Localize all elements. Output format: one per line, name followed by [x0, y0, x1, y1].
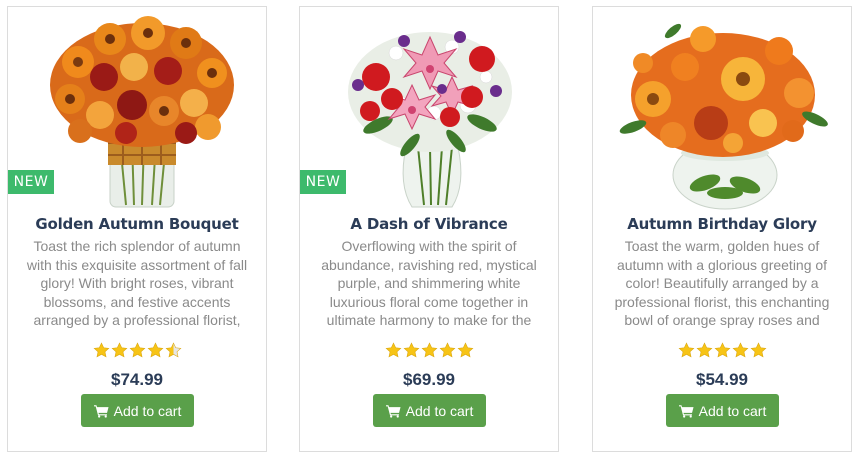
shopping-cart-icon	[93, 404, 109, 418]
product-card[interactable]: NEW A Dash of Vibrance Overflowing with …	[299, 6, 559, 452]
shopping-cart-icon	[385, 404, 401, 418]
half-star-icon	[165, 342, 181, 358]
product-description: Toast the warm, golden hues of autumn wi…	[614, 238, 830, 328]
star-icon	[421, 342, 437, 358]
product-description: Toast the rich splendor of autumn with t…	[26, 238, 248, 328]
star-icon	[111, 342, 127, 358]
add-to-cart-button[interactable]: Add to cart	[666, 394, 779, 427]
product-card[interactable]: Autumn Birthday Glory Toast the warm, go…	[592, 6, 852, 452]
star-icon	[678, 342, 694, 358]
product-image[interactable]: NEW	[300, 7, 558, 212]
star-rating	[593, 342, 851, 360]
star-icon	[714, 342, 730, 358]
product-title[interactable]: Golden Autumn Bouquet	[8, 215, 266, 233]
star-icon	[147, 342, 163, 358]
add-to-cart-button[interactable]: Add to cart	[373, 394, 486, 427]
star-icon	[403, 342, 419, 358]
star-icon	[129, 342, 145, 358]
star-icon	[457, 342, 473, 358]
star-rating	[300, 342, 558, 360]
product-title[interactable]: Autumn Birthday Glory	[593, 215, 851, 233]
product-card[interactable]: NEW Golden Autumn Bouquet Toast the rich…	[7, 6, 267, 452]
star-icon	[385, 342, 401, 358]
add-to-cart-label: Add to cart	[113, 402, 182, 419]
product-image[interactable]	[593, 7, 851, 212]
star-icon	[696, 342, 712, 358]
new-badge: NEW	[300, 170, 346, 194]
product-image[interactable]: NEW	[8, 7, 266, 212]
star-icon	[732, 342, 748, 358]
shopping-cart-icon	[678, 404, 694, 418]
product-title[interactable]: A Dash of Vibrance	[300, 215, 558, 233]
star-icon	[439, 342, 455, 358]
add-to-cart-button[interactable]: Add to cart	[81, 394, 194, 427]
star-icon	[750, 342, 766, 358]
product-description: Overflowing with the spirit of abundance…	[321, 238, 537, 328]
product-price: $69.99	[403, 370, 455, 389]
add-to-cart-label: Add to cart	[405, 402, 474, 419]
add-to-cart-label: Add to cart	[698, 402, 767, 419]
product-price: $54.99	[696, 370, 748, 389]
star-icon	[93, 342, 109, 358]
star-rating	[8, 342, 266, 360]
new-badge: NEW	[8, 170, 54, 194]
product-price: $74.99	[111, 370, 163, 389]
